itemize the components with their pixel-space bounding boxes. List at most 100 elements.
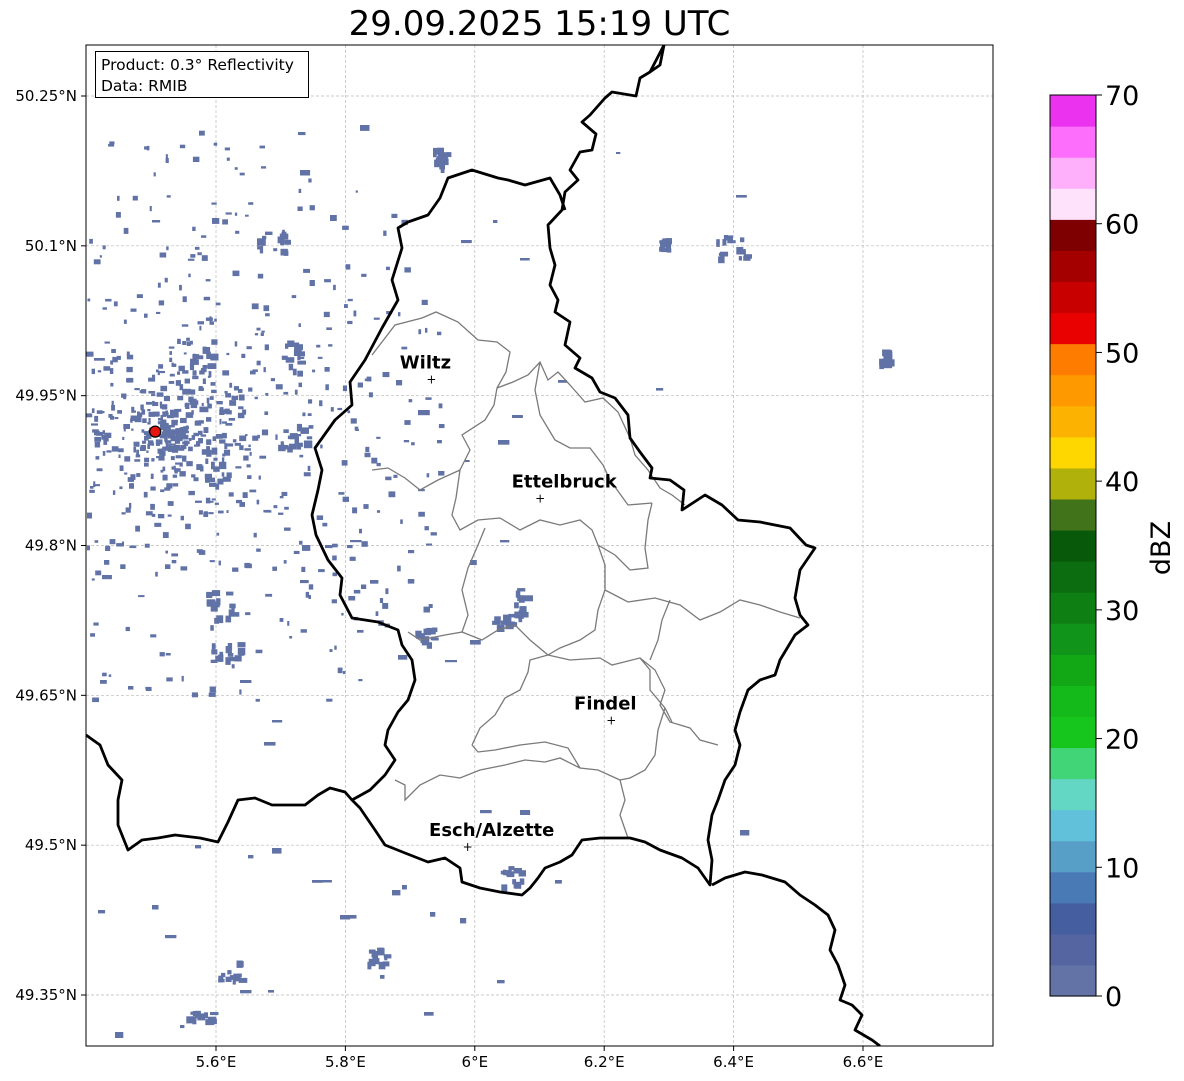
echo-pixel xyxy=(97,370,102,373)
echo-pixel xyxy=(106,450,112,453)
echo-pixel xyxy=(404,267,411,273)
echo-pixel xyxy=(91,578,95,581)
echo-pixel xyxy=(198,550,206,555)
tick-label-lon: 5.8°E xyxy=(325,1053,366,1071)
echo-pixel xyxy=(175,455,182,459)
echo-pixel xyxy=(302,412,306,417)
echo-pixel xyxy=(234,341,238,347)
echo-pixel xyxy=(500,540,510,543)
city-label: Esch/Alzette xyxy=(429,820,554,841)
echo-pixel xyxy=(217,478,224,485)
echo-pixel xyxy=(160,469,164,473)
echo-pixel xyxy=(401,346,408,350)
echo-pixel xyxy=(303,268,310,273)
echo-pixel xyxy=(156,443,160,446)
echo-pixel xyxy=(152,220,161,223)
echo-pixel xyxy=(201,402,204,407)
echo-pixel xyxy=(195,845,202,849)
echo-pixel xyxy=(102,245,106,250)
echo-cluster xyxy=(205,1019,214,1026)
echo-pixel xyxy=(438,403,443,409)
echo-pixel xyxy=(263,305,270,312)
echo-pixel xyxy=(198,438,203,444)
echo-cluster xyxy=(280,248,288,256)
echo-pixel xyxy=(248,855,254,859)
radar-map: +Wiltz+Ettelbruck+Findel+Esch/Alzette 5.… xyxy=(15,44,994,1071)
echo-pixel xyxy=(421,299,428,305)
echo-cluster xyxy=(200,465,204,472)
echo-pixel xyxy=(237,412,245,419)
echo-pixel xyxy=(212,436,217,441)
echo-pixel xyxy=(190,340,193,345)
echo-pixel xyxy=(222,219,228,225)
echo-pixel xyxy=(244,448,251,451)
echo-pixel xyxy=(298,132,306,136)
echo-pixel xyxy=(146,401,153,405)
echo-pixel xyxy=(148,391,156,394)
echo-pixel xyxy=(253,532,257,538)
echo-pixel xyxy=(209,396,214,400)
echo-pixel xyxy=(375,611,379,616)
echo-pixel xyxy=(126,379,133,382)
echo-pixel xyxy=(98,910,106,914)
echo-pixel xyxy=(199,325,202,331)
echo-pixel xyxy=(130,308,137,312)
echo-pixel xyxy=(281,491,288,496)
echo-cluster xyxy=(718,252,724,256)
echo-cluster xyxy=(300,427,309,434)
echo-cluster xyxy=(280,441,284,446)
echo-pixel xyxy=(144,435,149,441)
echo-pixel xyxy=(93,259,101,265)
echo-pixel xyxy=(103,366,111,371)
tick-label-lat: 50.25°N xyxy=(15,87,77,105)
echo-pixel xyxy=(86,351,94,357)
echo-cluster xyxy=(739,249,746,255)
echo-cluster xyxy=(273,248,278,252)
echo-pixel xyxy=(192,375,199,380)
echo-pixel xyxy=(512,415,523,418)
echo-pixel xyxy=(149,206,152,212)
echo-pixel xyxy=(199,420,204,424)
echo-pixel xyxy=(307,413,312,416)
echo-pixel xyxy=(338,492,345,495)
echo-pixel xyxy=(289,636,293,639)
echo-cluster xyxy=(259,246,264,254)
echo-pixel xyxy=(145,687,152,691)
tick-label-lat: 50.1°N xyxy=(25,237,77,255)
echo-pixel xyxy=(201,235,207,238)
echo-cluster xyxy=(287,435,293,440)
echo-cluster xyxy=(211,649,218,655)
echo-pixel xyxy=(165,440,172,444)
echo-pixel xyxy=(215,302,221,306)
echo-cluster xyxy=(225,615,232,623)
echo-pixel xyxy=(203,296,211,301)
city-marker-icon: + xyxy=(535,492,545,506)
echo-cluster xyxy=(435,157,445,164)
echo-pixel xyxy=(347,410,351,414)
echo-cluster xyxy=(202,365,208,369)
echo-pixel xyxy=(284,506,289,510)
echo-pixel xyxy=(177,338,181,344)
echo-pixel xyxy=(256,327,261,331)
echo-pixel xyxy=(404,420,411,425)
echo-pixel xyxy=(200,434,207,437)
echo-pixel xyxy=(275,434,278,440)
echo-pixel xyxy=(102,575,112,580)
echo-pixel xyxy=(132,195,138,201)
echo-pixel xyxy=(158,364,164,369)
echo-pixel xyxy=(185,523,191,530)
echo-pixel xyxy=(259,145,265,149)
echo-pixel xyxy=(157,514,165,519)
echo-pixel xyxy=(326,327,332,330)
echo-pixel xyxy=(470,640,481,645)
echo-pixel xyxy=(242,492,248,498)
echo-pixel xyxy=(318,569,325,573)
echo-pixel xyxy=(258,475,261,480)
echo-cluster xyxy=(206,351,211,359)
echo-pixel xyxy=(325,384,329,391)
echo-pixel xyxy=(90,633,95,637)
echo-pixel xyxy=(308,584,314,590)
echo-pixel xyxy=(214,502,219,505)
echo-pixel xyxy=(364,378,371,382)
echo-pixel xyxy=(151,443,155,446)
